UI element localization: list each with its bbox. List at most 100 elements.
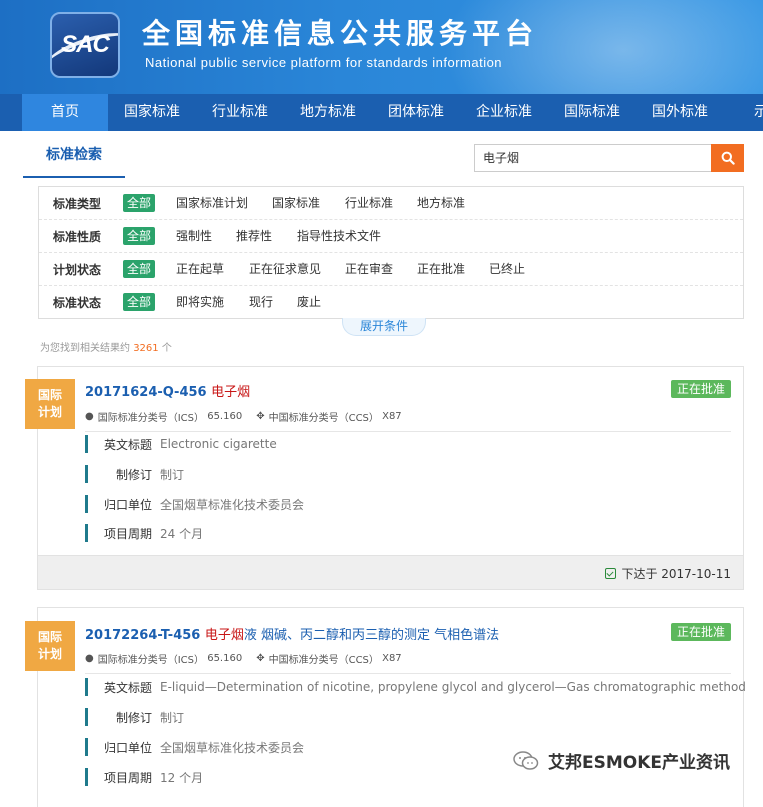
filter-option[interactable]: 指导性技术文件	[297, 227, 381, 245]
nav-item-home[interactable]: 首页	[22, 94, 108, 131]
nav-item-industry[interactable]: 行业标准	[196, 94, 284, 131]
result-title[interactable]: 20172264-T-456 电子烟液 烟碱、丙二醇和丙三醇的测定 气相色谱法	[85, 624, 499, 643]
title-rest: 液 烟碱、丙二醇和丙三醇的测定 气相色谱法	[243, 628, 500, 643]
field-committee: 归口单位 全国烟草标准化技术委员会	[85, 738, 304, 756]
nav-item-international[interactable]: 国际标准	[548, 94, 636, 131]
field-label: 项目周期	[103, 526, 152, 541]
status-badge: 正在批准	[670, 380, 731, 398]
filter-option-all[interactable]: 全部	[123, 293, 156, 311]
filter-option-all[interactable]: 全部	[123, 227, 156, 245]
field-value: 12 个月	[160, 770, 204, 785]
search-button[interactable]	[711, 144, 744, 172]
card-footer: 下达于 2017-10-11	[38, 555, 743, 589]
field-bar	[85, 465, 88, 483]
filter-row-nature: 标准性质 全部 强制性 推荐性 指导性技术文件	[39, 220, 743, 253]
status-badge: 正在批准	[670, 623, 731, 641]
nav-item-foreign[interactable]: 国外标准	[636, 94, 724, 131]
badge-line-1: 国际	[37, 630, 62, 644]
nav-item-demo[interactable]: 示范	[724, 94, 763, 131]
globe-icon: ●	[85, 653, 94, 664]
field-revision: 制修订 制订	[85, 465, 184, 483]
nav-item-group[interactable]: 团体标准	[372, 94, 460, 131]
result-title[interactable]: 20171624-Q-456 电子烟	[85, 381, 250, 400]
field-value: 24 个月	[160, 526, 204, 541]
calendar-check-icon	[605, 568, 617, 579]
title-highlight: 电子烟	[204, 628, 244, 643]
divider	[85, 431, 731, 432]
watermark-text: 艾邦ESMOKE产业资讯	[548, 753, 731, 773]
field-label: 归口单位	[103, 497, 152, 512]
ccs-label: 中国标准分类号（CCS）	[268, 655, 379, 666]
field-bar	[85, 524, 88, 542]
divider	[85, 673, 731, 674]
filter-option[interactable]: 正在批准	[417, 260, 465, 278]
field-revision: 制修订 制订	[85, 708, 184, 726]
field-bar	[85, 678, 88, 696]
result-code[interactable]: 20172264-T-456	[85, 628, 200, 643]
field-label: 英文标题	[103, 680, 152, 695]
main-nav: 首页 国家标准 行业标准 地方标准 团体标准 企业标准 国际标准 国外标准 示范	[0, 94, 763, 131]
filter-label: 标准状态	[53, 296, 102, 310]
title-highlight: 电子烟	[211, 385, 251, 400]
filter-row-plan-status: 计划状态 全部 正在起草 正在征求意见 正在审查 正在批准 已终止	[39, 253, 743, 286]
tab-standard-search[interactable]: 标准检索	[23, 140, 125, 178]
badge-line-1: 国际	[37, 388, 62, 402]
result-code[interactable]: 20171624-Q-456	[85, 385, 207, 400]
ics-label: 国际标准分类号（ICS）	[97, 413, 205, 424]
search-icon	[721, 151, 735, 165]
filter-option[interactable]: 即将实施	[176, 293, 224, 311]
result-count-number: 3261	[133, 343, 159, 354]
filter-option[interactable]: 现行	[249, 293, 273, 311]
filter-option[interactable]: 行业标准	[345, 194, 393, 212]
filter-option[interactable]: 国家标准计划	[176, 194, 248, 212]
result-title-text[interactable]: 电子烟液 烟碱、丙二醇和丙三醇的测定 气相色谱法	[205, 628, 499, 643]
filter-option[interactable]: 已终止	[489, 260, 525, 278]
wechat-watermark: 艾邦ESMOKE产业资讯	[512, 748, 730, 773]
move-icon: ✥	[256, 411, 265, 422]
badge-line-2: 计划	[37, 647, 62, 661]
filter-option-all[interactable]: 全部	[123, 194, 156, 212]
field-value: 制订	[160, 710, 185, 725]
filter-option[interactable]: 国家标准	[272, 194, 320, 212]
sac-logo[interactable]: SAC	[50, 12, 120, 78]
filter-option[interactable]: 正在征求意见	[249, 260, 321, 278]
field-english-title: 英文标题 Electronic cigarette	[85, 435, 277, 453]
expand-filters-button[interactable]: 展开条件	[342, 318, 426, 336]
field-bar	[85, 768, 88, 786]
field-value: 制订	[160, 467, 185, 482]
ccs-label: 中国标准分类号（CCS）	[268, 413, 379, 424]
result-count-suffix: 个	[161, 343, 172, 354]
result-card: 20172264-T-456 电子烟液 烟碱、丙二醇和丙三醇的测定 气相色谱法 …	[37, 607, 746, 807]
badge-line-2: 计划	[37, 405, 62, 419]
filter-label: 计划状态	[53, 263, 102, 277]
wechat-icon	[513, 750, 539, 770]
nav-item-national[interactable]: 国家标准	[108, 94, 196, 131]
filter-row-type: 标准类型 全部 国家标准计划 国家标准 行业标准 地方标准	[39, 187, 743, 220]
search-input[interactable]: 电子烟	[474, 144, 712, 172]
site-header: SAC 全国标准信息公共服务平台 National public service…	[0, 0, 763, 94]
filter-option[interactable]: 强制性	[176, 227, 212, 245]
filter-option[interactable]: 推荐性	[236, 227, 272, 245]
field-bar	[85, 738, 88, 756]
filter-option[interactable]: 正在审查	[345, 260, 393, 278]
filter-label: 标准性质	[53, 230, 102, 244]
filter-option[interactable]: 正在起草	[176, 260, 224, 278]
logo-text: SAC	[61, 31, 110, 58]
filter-option-all[interactable]: 全部	[123, 260, 156, 278]
ccs-value: X87	[382, 411, 402, 422]
field-period: 项目周期 12 个月	[85, 768, 203, 786]
classification-line: ● 国际标准分类号（ICS） 65.160 ✥ 中国标准分类号（CCS） X87	[85, 409, 402, 424]
nav-item-local[interactable]: 地方标准	[284, 94, 372, 131]
site-subtitle: National public service platform for sta…	[145, 55, 503, 70]
nav-item-enterprise[interactable]: 企业标准	[460, 94, 548, 131]
filter-option[interactable]: 地方标准	[417, 194, 465, 212]
filter-option[interactable]: 废止	[297, 293, 321, 311]
site-title: 全国标准信息公共服务平台	[142, 17, 539, 50]
field-value: 全国烟草标准化技术委员会	[160, 497, 305, 512]
field-label: 英文标题	[103, 437, 152, 452]
globe-icon: ●	[85, 411, 94, 422]
filter-panel: 标准类型 全部 国家标准计划 国家标准 行业标准 地方标准 标准性质 全部 强制…	[38, 186, 744, 319]
filter-label: 标准类型	[53, 197, 102, 211]
issue-date-text: 下达于 2017-10-11	[621, 567, 731, 581]
result-title-text[interactable]: 电子烟	[211, 385, 250, 400]
